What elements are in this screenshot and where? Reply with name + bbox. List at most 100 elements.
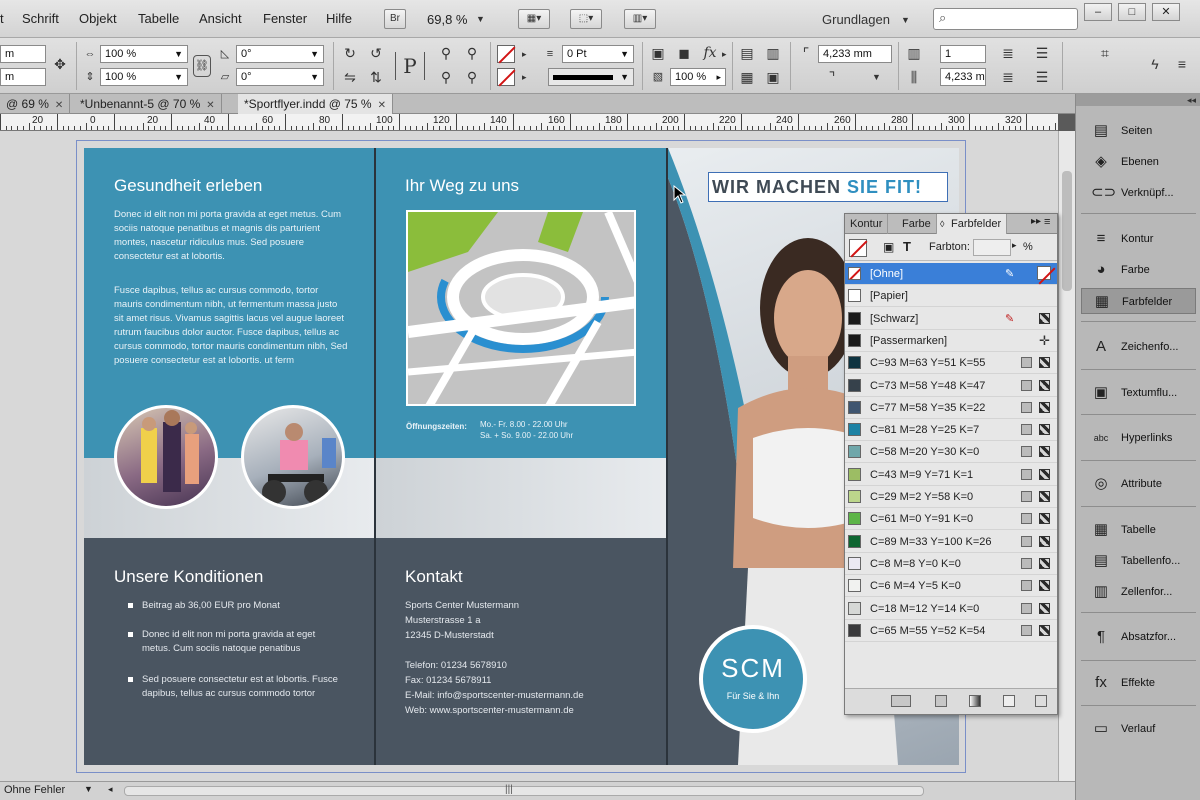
formatting-text-icon[interactable]: T bbox=[903, 239, 911, 254]
fit-frame-icon[interactable]: ▥ bbox=[763, 43, 783, 63]
align-top-icon[interactable]: ≣ bbox=[998, 43, 1018, 63]
menu-item-ansicht[interactable]: Ansicht bbox=[199, 11, 242, 26]
fill-none-icon[interactable] bbox=[497, 45, 515, 63]
location-map[interactable] bbox=[406, 210, 636, 406]
dock-item-seiten[interactable]: ▤ Seiten bbox=[1081, 118, 1196, 144]
quick-apply-icon[interactable]: ϟ bbox=[1145, 54, 1165, 74]
heading-gesundheit[interactable]: Gesundheit erleben bbox=[114, 176, 262, 196]
tab-farbfelder[interactable]: ◊ Farbfelder bbox=[937, 214, 1008, 234]
select-content-icon[interactable]: ⚲ bbox=[436, 67, 456, 87]
contact-web[interactable]: Web: www.sportscenter-mustermann.de bbox=[405, 704, 574, 718]
dock-item-tabelle[interactable]: ▦ Tabelle bbox=[1081, 517, 1196, 543]
rotate-cw-icon[interactable]: ↻ bbox=[340, 43, 360, 63]
preflight-dropdown-icon[interactable]: ▼ bbox=[84, 784, 93, 794]
arrange-documents-icon[interactable]: ▥▾ bbox=[624, 9, 656, 29]
swatch-row[interactable]: C=18 M=12 Y=14 K=0 bbox=[845, 598, 1057, 620]
contact-phone[interactable]: Telefon: 01234 5678910 bbox=[405, 659, 507, 673]
zoom-level[interactable]: 69,8 % bbox=[427, 12, 467, 27]
corner-dropdown-icon[interactable]: ▼ bbox=[872, 72, 881, 82]
contact-email[interactable]: E-Mail: info@sportscenter-mustermann.de bbox=[405, 689, 584, 703]
flip-vertical-icon[interactable]: ⇅ bbox=[366, 67, 386, 87]
tab-sportflyer[interactable]: *Sportflyer.indd @ 75 % ✕ bbox=[238, 94, 393, 114]
hours-label[interactable]: Öffnungszeiten: bbox=[406, 420, 467, 434]
panel-menu-icon[interactable]: ≡ bbox=[1172, 54, 1192, 74]
close-button[interactable]: ✕ bbox=[1152, 3, 1180, 21]
bullet-price[interactable]: Beitrag ab 36,00 EUR pro Monat bbox=[128, 599, 358, 613]
contact-fax[interactable]: Fax: 01234 5678911 bbox=[405, 674, 491, 688]
fill-stroke-swap-icon[interactable] bbox=[849, 239, 867, 257]
left-paragraph-2[interactable]: Fusce dapibus, tellus ac cursus commodo,… bbox=[114, 284, 349, 368]
swatch-row[interactable]: [Schwarz] ✎ bbox=[845, 308, 1057, 330]
show-color-swatches-icon[interactable] bbox=[935, 695, 947, 707]
trash-icon[interactable] bbox=[1035, 695, 1047, 707]
rotation-angle-field[interactable]: 0° ▼ bbox=[236, 45, 324, 63]
tab-unbenannt-5[interactable]: *Unbenannt-5 @ 70 % ✕ bbox=[74, 94, 222, 114]
center-content-icon[interactable]: ▣ bbox=[763, 67, 783, 87]
swatch-row[interactable]: C=77 M=58 Y=35 K=22 bbox=[845, 397, 1057, 419]
drop-shadow-icon[interactable]: ▣ bbox=[648, 43, 668, 63]
zoom-dropdown-icon[interactable]: ▼ bbox=[476, 14, 485, 24]
close-icon[interactable]: ✕ bbox=[206, 100, 214, 111]
stroke-weight-field[interactable]: 0 Pt ▼ bbox=[562, 45, 634, 63]
address-line-1[interactable]: Sports Center Mustermann bbox=[405, 599, 519, 613]
minimize-button[interactable]: – bbox=[1084, 3, 1112, 21]
help-search-input[interactable]: ⌕ bbox=[933, 8, 1078, 30]
fill-dropdown-icon[interactable]: ▸ bbox=[522, 49, 527, 60]
tab-document-1[interactable]: @ 69 % ✕ bbox=[0, 94, 71, 114]
menu-item-objekt[interactable]: Objekt bbox=[79, 11, 117, 26]
stroke-none-icon[interactable] bbox=[497, 68, 515, 86]
scrollbar-grip-icon[interactable]: ||| bbox=[505, 784, 513, 795]
chevron-down-icon[interactable]: ▼ bbox=[310, 69, 319, 85]
menu-item-hilfe[interactable]: Hilfe bbox=[326, 11, 352, 26]
gutter-field[interactable]: 4,233 m bbox=[940, 68, 986, 86]
tab-farbe[interactable]: Farbe bbox=[897, 214, 937, 234]
swatch-row[interactable]: C=89 M=33 Y=100 K=26 bbox=[845, 531, 1057, 553]
panel-menu-icon[interactable]: ≡ bbox=[1044, 216, 1050, 228]
menu-item-tabelle[interactable]: Tabelle bbox=[138, 11, 179, 26]
shear-angle-field[interactable]: 0° ▼ bbox=[236, 68, 324, 86]
dock-collapse-icon[interactable]: ◂◂ bbox=[1076, 94, 1200, 106]
select-container-icon[interactable]: ⚲ bbox=[436, 43, 456, 63]
corner-options-icon[interactable]: ⌜ bbox=[796, 43, 816, 63]
panel-collapse-icon[interactable]: ▸▸ bbox=[1031, 216, 1041, 227]
fitness-photo-cycling[interactable] bbox=[241, 405, 345, 509]
dock-item-tabellenfo[interactable]: ▤ Tabellenfo... bbox=[1081, 548, 1196, 574]
swatch-row[interactable]: C=6 M=4 Y=5 K=0 bbox=[845, 575, 1057, 598]
align-bottom-icon[interactable]: ≣ bbox=[998, 67, 1018, 87]
workspace-switcher[interactable]: Grundlagen bbox=[822, 12, 890, 27]
scale-y-field[interactable]: 100 % ▼ bbox=[100, 68, 188, 86]
swatch-row[interactable]: C=8 M=8 Y=0 K=0 bbox=[845, 553, 1057, 575]
width-field[interactable]: 4,233 mm bbox=[818, 45, 892, 63]
close-icon[interactable]: ✕ bbox=[55, 100, 63, 111]
show-gradient-swatches-icon[interactable] bbox=[969, 695, 981, 707]
dock-item-farbe[interactable]: ◕ Farbe bbox=[1081, 257, 1196, 283]
menu-item-datei[interactable]: t bbox=[0, 11, 4, 26]
columns-count-field[interactable]: 1 bbox=[940, 45, 986, 63]
dock-item-farbfelder[interactable]: ▦ Farbfelder bbox=[1081, 288, 1196, 314]
heading-weg[interactable]: Ihr Weg zu uns bbox=[405, 176, 519, 196]
align-center-icon[interactable]: ☰ bbox=[1032, 43, 1052, 63]
effects-fx-icon[interactable]: fx bbox=[700, 43, 720, 63]
x-position-field[interactable]: m bbox=[0, 45, 46, 63]
y-position-field[interactable]: m bbox=[0, 68, 46, 86]
select-next-icon[interactable]: ⚲ bbox=[462, 43, 482, 63]
dock-item-hyperlinks[interactable]: abc Hyperlinks bbox=[1081, 425, 1196, 451]
address-line-2[interactable]: Musterstrasse 1 a bbox=[405, 614, 481, 628]
chevron-down-icon[interactable]: ▼ bbox=[174, 69, 183, 85]
address-line-3[interactable]: 12345 D-Musterstadt bbox=[405, 629, 494, 643]
reference-p-icon[interactable]: P bbox=[395, 52, 425, 80]
tint-slider-icon[interactable]: ▸ bbox=[1012, 240, 1017, 251]
effects-dropdown-icon[interactable]: ▸ bbox=[722, 49, 727, 60]
stroke-type-select[interactable]: ▼ bbox=[548, 68, 634, 86]
bridge-button[interactable]: Br bbox=[384, 9, 406, 29]
swatch-row[interactable]: C=65 M=55 Y=52 K=54 bbox=[845, 620, 1057, 642]
hours-weekdays[interactable]: Mo.- Fr. 8.00 - 22.00 Uhr bbox=[480, 420, 568, 430]
chevron-down-icon[interactable]: ▼ bbox=[174, 46, 183, 62]
dock-item-effekte[interactable]: fx Effekte bbox=[1081, 670, 1196, 696]
workspace-dropdown-icon[interactable]: ▼ bbox=[901, 15, 910, 25]
swatch-row[interactable]: C=61 M=0 Y=91 K=0 bbox=[845, 508, 1057, 531]
scale-x-field[interactable]: 100 % ▼ bbox=[100, 45, 188, 63]
dock-item-textumflu[interactable]: ▣ Textumflu... bbox=[1081, 380, 1196, 406]
tint-input[interactable] bbox=[973, 239, 1011, 256]
left-paragraph-1[interactable]: Donec id elit non mi porta gravida at eg… bbox=[114, 208, 349, 264]
